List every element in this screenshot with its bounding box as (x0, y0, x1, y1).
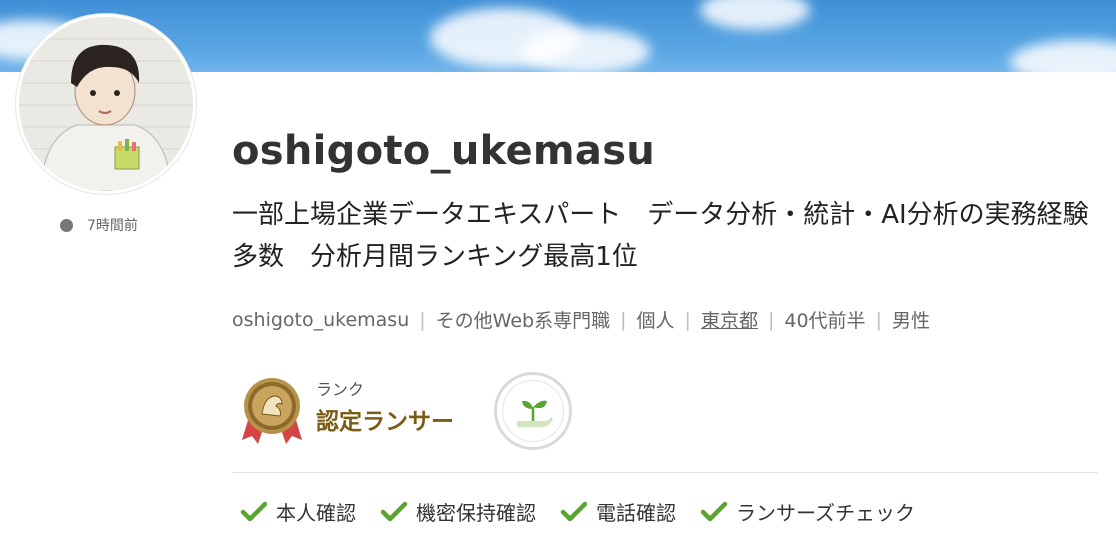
verification-label: 機密保持確認 (416, 501, 536, 525)
meta-age: 40代前半 (784, 310, 866, 332)
sprout-badge[interactable] (494, 372, 572, 450)
verification-label: 本人確認 (276, 501, 356, 525)
certified-medal-icon (240, 376, 304, 446)
status-dot-icon (60, 218, 73, 232)
verification-phone: 電話確認 (560, 497, 676, 526)
meta-separator: | (620, 308, 627, 331)
rank-label: ランク (316, 380, 365, 399)
check-icon (560, 501, 588, 521)
profile-meta: oshigoto_ukemasu | その他Web系専門職 | 個人 | 東京都… (232, 306, 930, 333)
user-avatar-illustration-icon (19, 17, 193, 191)
meta-separator: | (767, 308, 775, 331)
verification-lancers-check: ランサーズチェック (700, 497, 915, 526)
check-icon (700, 501, 728, 521)
last-login-status: 7時間前 (60, 214, 138, 236)
username-title: oshigoto_ukemasu (232, 128, 656, 174)
meta-separator: | (419, 308, 426, 331)
meta-username: oshigoto_ukemasu (232, 308, 410, 331)
verification-identity: 本人確認 (240, 497, 356, 526)
verification-label: ランサーズチェック (736, 501, 915, 525)
meta-separator: | (875, 308, 882, 331)
meta-separator: | (684, 308, 691, 331)
meta-job: その他Web系専門職 (435, 310, 611, 332)
meta-gender: 男性 (891, 310, 930, 332)
check-icon (240, 501, 268, 521)
verification-list: 本人確認 機密保持確認 電話確認 ランサーズチェック (240, 497, 939, 526)
sprout-hand-icon (517, 400, 553, 427)
meta-location-link[interactable]: 東京都 (701, 306, 758, 333)
verification-label: 電話確認 (596, 501, 676, 525)
verification-nda: 機密保持確認 (380, 497, 536, 526)
divider (232, 472, 1098, 473)
meta-type: 個人 (636, 310, 675, 332)
catchphrase: 一部上場企業データエキスパート データ分析・統計・AI分析の実務経験多数 分析月… (232, 200, 1089, 272)
avatar[interactable] (16, 14, 196, 194)
rank-name[interactable]: 認定ランサー (316, 402, 454, 436)
last-login-text: 7時間前 (87, 218, 138, 234)
check-icon (380, 501, 408, 521)
